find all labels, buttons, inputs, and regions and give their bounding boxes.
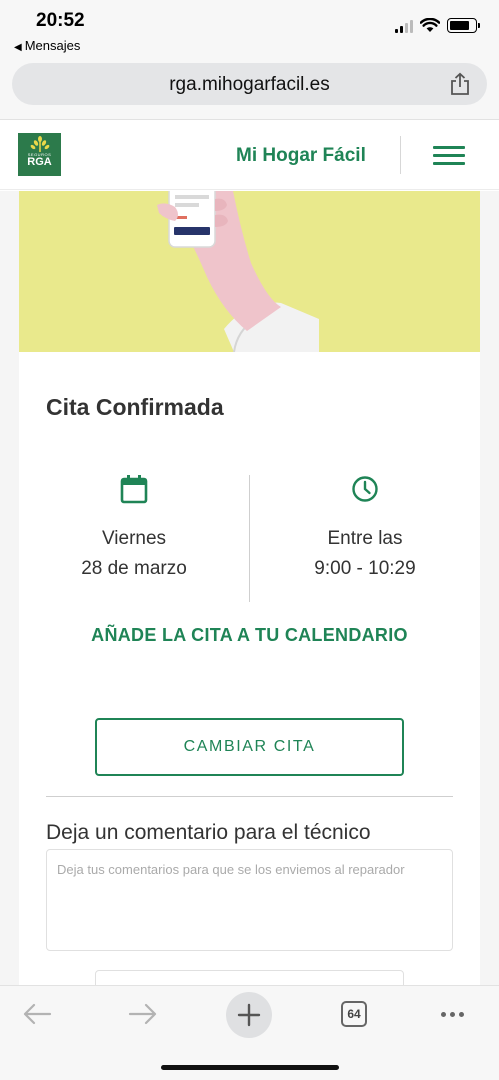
tab-count: 64 <box>341 1001 367 1027</box>
home-indicator[interactable] <box>161 1065 339 1070</box>
date-text: 28 de marzo <box>81 558 187 579</box>
status-time: 20:52 <box>36 10 85 31</box>
menu-icon[interactable] <box>433 146 465 166</box>
hero-illustration <box>19 191 480 352</box>
back-to-app-link[interactable]: ◀ Mensajes <box>14 38 80 53</box>
time-label: Entre las <box>327 528 403 549</box>
page-content: Cita Confirmada Viernes 28 de marzo Entr… <box>0 191 499 985</box>
more-dots-icon <box>440 1011 464 1017</box>
more-menu-button[interactable] <box>429 994 475 1034</box>
partially-visible-box <box>95 970 404 985</box>
new-tab-button[interactable] <box>226 992 272 1038</box>
back-app-label: Mensajes <box>24 38 81 53</box>
forward-button[interactable] <box>120 994 166 1034</box>
appointment-date: Viernes 28 de marzo <box>19 474 249 580</box>
rga-logo[interactable]: SEGUROS RGA <box>18 133 61 176</box>
page-title: Cita Confirmada <box>46 394 224 420</box>
calendar-icon <box>120 475 148 504</box>
brand-name[interactable]: Mi Hogar Fácil <box>236 145 366 167</box>
day-label: Viernes <box>101 528 167 549</box>
comment-section-title: Deja un comentario para el técnico <box>46 821 371 844</box>
add-to-calendar-link[interactable]: AÑADE LA CITA A TU CALENDARIO <box>19 625 480 646</box>
appointment-time: Entre las 9:00 - 10:29 <box>250 474 480 580</box>
arrow-left-icon <box>23 1003 52 1025</box>
clock-icon <box>352 476 378 502</box>
hand-holding-phone-illustration <box>157 191 319 352</box>
browser-toolbar: 64 <box>0 985 499 1080</box>
address-bar[interactable]: rga.mihogarfacil.es <box>12 63 487 105</box>
signal-icon <box>395 19 413 33</box>
section-divider <box>46 796 453 797</box>
logo-text: RGA <box>27 156 52 168</box>
back-triangle-icon: ◀ <box>14 42 22 53</box>
wheat-logo-icon <box>30 136 49 152</box>
browser-address-area: rga.mihogarfacil.es <box>0 58 499 120</box>
header-divider <box>400 136 401 174</box>
share-icon[interactable] <box>449 72 471 96</box>
plus-icon <box>237 1003 261 1027</box>
appointment-card: Cita Confirmada Viernes 28 de marzo Entr… <box>19 352 480 985</box>
time-range-text: 9:00 - 10:29 <box>314 558 416 579</box>
wifi-icon <box>420 18 440 32</box>
arrow-right-icon <box>128 1003 157 1025</box>
status-bar: 20:52 ◀ Mensajes <box>0 0 499 58</box>
url-text: rga.mihogarfacil.es <box>169 74 330 95</box>
status-icons <box>395 18 480 33</box>
change-appointment-button[interactable]: CAMBIAR CITA <box>95 718 404 776</box>
comment-textarea[interactable] <box>46 849 453 951</box>
back-button[interactable] <box>14 994 60 1034</box>
tabs-button[interactable]: 64 <box>331 994 377 1034</box>
site-header: SEGUROS RGA Mi Hogar Fácil <box>0 120 499 190</box>
battery-icon <box>447 18 480 33</box>
